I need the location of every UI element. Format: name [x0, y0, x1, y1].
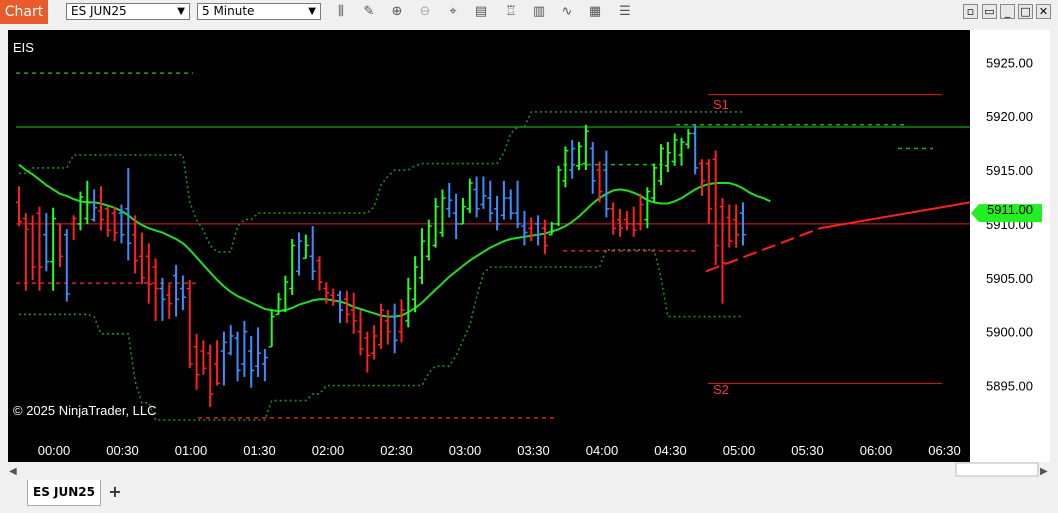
price-axis[interactable] — [970, 30, 1050, 462]
instrument-value: ES JUN25 — [71, 4, 127, 18]
minimize-icon[interactable]: ▭ — [982, 4, 997, 19]
chart-trader-icon[interactable]: ☰ — [616, 3, 634, 21]
time-tick-label: 00:00 — [38, 443, 71, 458]
time-tick-label: 04:30 — [654, 443, 687, 458]
chevron-down-icon: ▼ — [308, 6, 316, 17]
indicators-icon[interactable]: ▥ — [530, 3, 548, 21]
chart-menu-button[interactable]: Chart — [0, 0, 48, 24]
draw-icon[interactable]: ✎ — [360, 3, 378, 21]
crosshair-icon[interactable]: ⌖ — [444, 3, 462, 21]
zoom-in-icon[interactable]: ⊕ — [388, 3, 406, 21]
panel-label: EIS — [13, 40, 34, 55]
time-tick-label: 06:30 — [928, 443, 961, 458]
tab-es-jun25[interactable]: ES JUN25 — [27, 480, 101, 506]
add-tab-icon[interactable]: + — [105, 483, 125, 501]
data-box-icon[interactable]: ▤ — [472, 3, 490, 21]
plot-area — [8, 30, 970, 434]
price-tick-label: 5905.00 — [986, 271, 1033, 286]
price-tick-label: 5915.00 — [986, 163, 1033, 178]
scroll-left-icon[interactable]: ◀ — [9, 466, 17, 477]
price-tick-label: 5920.00 — [986, 109, 1033, 124]
scrollbar-thumb[interactable] — [955, 462, 1039, 477]
snap-icon[interactable]: ▫ — [963, 4, 978, 19]
time-tick-label: 06:00 — [860, 443, 893, 458]
bar-type-icon[interactable]: ⫼ — [332, 3, 350, 21]
time-tick-label: 05:00 — [723, 443, 756, 458]
price-tick-label: 5895.00 — [986, 379, 1033, 394]
price-chart[interactable]: ◀ ▶ 5925.005920.005915.005910.005905.005… — [8, 30, 1050, 478]
interval-value: 5 Minute — [202, 4, 255, 18]
price-tick-label: 5900.00 — [986, 325, 1033, 340]
horizontal-scrollbar[interactable] — [8, 462, 1050, 478]
time-tick-label: 01:30 — [243, 443, 276, 458]
scroll-right-icon[interactable]: ▶ — [1040, 466, 1048, 477]
close-icon[interactable]: ✕ — [1036, 4, 1051, 19]
time-tick-label: 03:30 — [517, 443, 550, 458]
chart-panel[interactable]: ◀ ▶ 5925.00 5920.00 5915.00 5910.00 5905.00 5… — [8, 30, 1050, 478]
maximize-icon[interactable]: □ — [1018, 4, 1033, 19]
time-tick-label: 03:00 — [449, 443, 482, 458]
minimize-button[interactable]: _ — [1000, 4, 1015, 19]
time-tick-label: 00:30 — [106, 443, 139, 458]
copyright-text: © 2025 NinjaTrader, LLC — [13, 403, 157, 418]
strategies-icon[interactable]: ♖ — [502, 3, 520, 21]
time-axis[interactable] — [8, 434, 970, 462]
price-tick-label: 5925.00 — [986, 55, 1033, 70]
chart-toolbar: Chart ES JUN25 ▼ 5 Minute ▼ ⫼ ✎ ⊕ ⊖ ⌖ ▤ … — [0, 0, 1058, 24]
drawing-tools-icon[interactable]: ∿ — [558, 3, 576, 21]
time-tick-label: 01:00 — [175, 443, 208, 458]
s1-label: S1 — [713, 97, 729, 112]
chevron-down-icon: ▼ — [177, 6, 185, 17]
tab-bar: ES JUN25 + — [0, 480, 1058, 513]
time-tick-label: 02:00 — [312, 443, 345, 458]
instrument-selector[interactable]: ES JUN25 ▼ — [66, 3, 190, 20]
zoom-out-icon[interactable]: ⊖ — [416, 3, 434, 21]
current-price-label: 5911.00 — [987, 202, 1033, 217]
properties-icon[interactable]: ▦ — [586, 3, 604, 21]
s2-label: S2 — [713, 382, 729, 397]
time-tick-label: 02:30 — [380, 443, 413, 458]
time-tick-label: 05:30 — [791, 443, 824, 458]
time-tick-label: 04:00 — [586, 443, 619, 458]
interval-selector[interactable]: 5 Minute ▼ — [197, 3, 321, 20]
